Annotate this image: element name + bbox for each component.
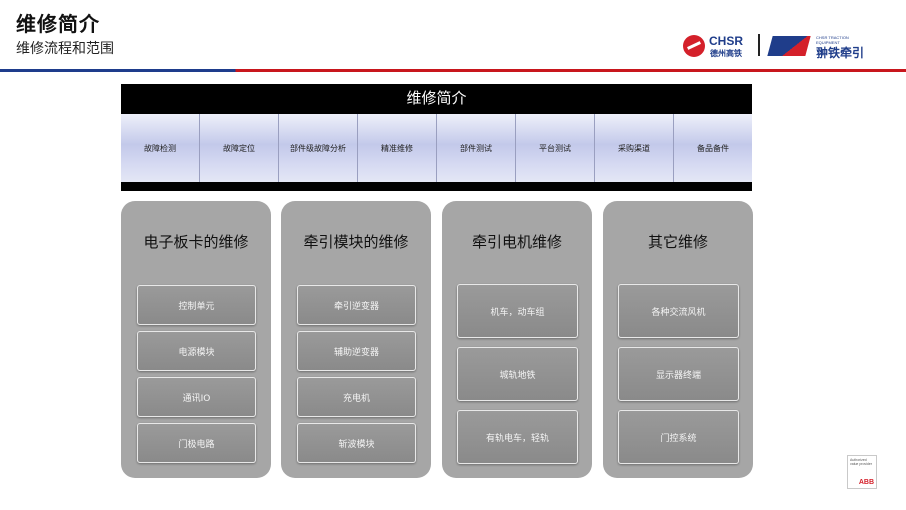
banner-title: 维修简介 bbox=[406, 89, 467, 107]
list-item: 牵引逆变器 bbox=[297, 285, 416, 325]
panel-title: 其它维修 bbox=[647, 233, 708, 251]
list-item: 机车，动车组 bbox=[457, 284, 578, 338]
process-steps: 故障检测 故障定位 部件级故障分析 精准维修 部件测试 平台测试 采购渠道 备品… bbox=[121, 114, 752, 182]
cte-logo-icon bbox=[767, 36, 811, 56]
panel-traction-motor-repair: 牵引电机维修 机车，动车组 城轨地铁 有轨电车，轻轨 bbox=[442, 201, 592, 478]
process-banner: 维修简介 故障检测 故障定位 部件级故障分析 精准维修 部件测试 平台测试 采购… bbox=[121, 84, 752, 191]
step-spare-parts: 备品备件 bbox=[674, 114, 752, 182]
abb-badge-text: Authorized value provider bbox=[850, 458, 872, 466]
step-component-analysis: 部件级故障分析 bbox=[279, 114, 358, 182]
panel-traction-module-repair: 牵引模块的维修 牵引逆变器 辅助逆变器 充电机 斩波模块 bbox=[281, 201, 431, 478]
cte-logo-cn: 翀铁牵引 bbox=[816, 46, 865, 60]
list-item: 辅助逆变器 bbox=[297, 331, 416, 371]
header-divider bbox=[0, 69, 906, 72]
list-item: 有轨电车，轻轨 bbox=[457, 410, 578, 464]
panel-title: 牵引模块的维修 bbox=[303, 233, 409, 251]
list-item: 门极电路 bbox=[137, 423, 256, 463]
step-procurement: 采购渠道 bbox=[595, 114, 674, 182]
panel-other-repair: 其它维修 各种交流风机 显示器终端 门控系统 bbox=[603, 201, 753, 478]
step-fault-detection: 故障检测 bbox=[121, 114, 200, 182]
chsr-logo-cn: 德州高铁 bbox=[710, 49, 742, 58]
chsr-logo-icon bbox=[683, 35, 705, 57]
step-component-test: 部件测试 bbox=[437, 114, 516, 182]
list-item: 通讯IO bbox=[137, 377, 256, 417]
abb-badge: Authorized value provider ABB bbox=[847, 455, 877, 489]
panel-board-repair: 电子板卡的维修 控制单元 电源模块 通讯IO 门极电路 bbox=[121, 201, 271, 478]
list-item: 充电机 bbox=[297, 377, 416, 417]
list-item: 门控系统 bbox=[618, 410, 739, 464]
step-platform-test: 平台测试 bbox=[516, 114, 595, 182]
chsr-logo: CHSR 德州高铁 bbox=[683, 33, 753, 59]
abb-logo: ABB bbox=[858, 479, 874, 486]
cte-logo: CHSR TRACTION EQUIPMENT 翀铁牵引 bbox=[767, 33, 888, 60]
panel-title: 牵引电机维修 bbox=[471, 233, 562, 251]
list-item: 斩波模块 bbox=[297, 423, 416, 463]
step-fault-location: 故障定位 bbox=[200, 114, 279, 182]
panel-title: 电子板卡的维修 bbox=[143, 233, 249, 251]
list-item: 各种交流风机 bbox=[618, 284, 739, 338]
page-subtitle: 维修流程和范围 bbox=[16, 41, 114, 57]
step-precise-repair: 精准维修 bbox=[358, 114, 437, 182]
page-title: 维修简介 bbox=[16, 12, 100, 36]
logo-divider bbox=[758, 34, 760, 56]
list-item: 显示器终端 bbox=[618, 347, 739, 401]
chsr-logo-text: CHSR bbox=[709, 34, 744, 48]
list-item: 电源模块 bbox=[137, 331, 256, 371]
list-item: 控制单元 bbox=[137, 285, 256, 325]
list-item: 城轨地铁 bbox=[457, 347, 578, 401]
